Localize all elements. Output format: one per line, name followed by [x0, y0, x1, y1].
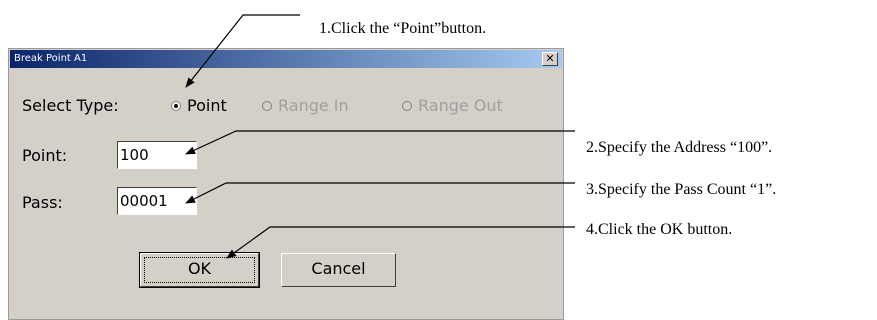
arrow-1: [185, 14, 300, 88]
arrow-4: [226, 226, 575, 259]
arrow-3: [185, 182, 575, 204]
annotation-arrows: [185, 14, 575, 259]
arrow-2: [185, 130, 575, 155]
